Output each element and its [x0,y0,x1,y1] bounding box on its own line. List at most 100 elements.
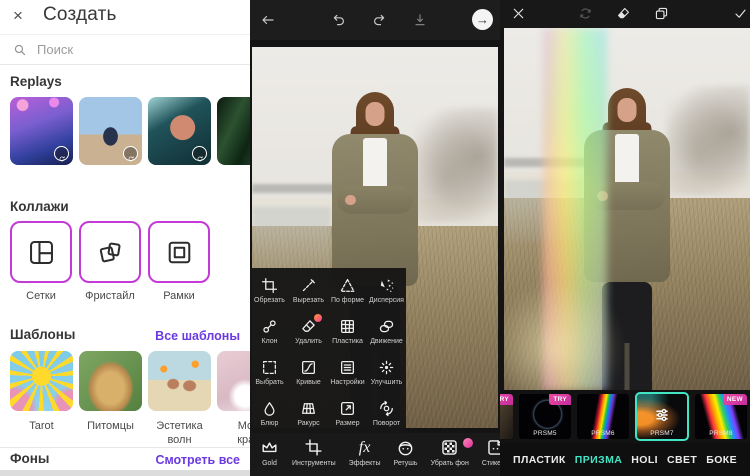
crop-icon [261,277,278,294]
download-button[interactable] [412,12,428,28]
category-ПРИЗМА[interactable]: ПРИЗМА [575,454,622,466]
promo-dot-badge [314,314,322,322]
adjust-icon [339,359,356,376]
template-row: Tarot Питомцы Эстетика волн Мод крас [10,351,250,448]
toolbar-effects[interactable]: fx Эффекты [343,438,387,476]
search-bar[interactable] [0,34,250,65]
toolbar-label: Ретушь [393,460,418,467]
close-icon[interactable]: × [13,6,23,26]
tool-liquify[interactable]: Пластика [328,311,367,352]
tool-clone[interactable]: Клон [250,311,289,352]
tool-label: Выбрать [255,379,284,386]
template-item-1: Tarot [10,351,73,448]
filter-thumb-PRSM5[interactable]: TRY PRSM5 [519,394,571,439]
replays-row [10,97,250,165]
filter-thumb-PRSM8[interactable]: NEW PRSM8 [695,394,747,439]
tool-perspective[interactable]: Ракурс [289,393,328,434]
templates-header: Шаблоны [10,327,76,342]
filter-name: PRSM5 [533,430,557,437]
template-thumb[interactable] [148,351,211,411]
undo-button[interactable] [330,12,346,28]
replay-thumb-1[interactable] [10,97,73,165]
replay-thumb-4[interactable] [217,97,250,165]
eraser-button[interactable] [616,6,631,21]
liquify-icon [339,318,356,335]
loop-button[interactable] [578,6,593,21]
tool-rotate[interactable]: Поворот [367,393,406,434]
bottom-strip [0,470,250,476]
river [252,207,331,272]
tool-cutout[interactable]: Вырезать [289,270,328,311]
template-label: Питомцы [87,420,134,432]
search-input[interactable] [35,41,219,58]
cutout-icon [300,277,317,294]
tool-select[interactable]: Выбрать [250,352,289,393]
tool-shape[interactable]: По форме [328,270,367,311]
toolbar-tools[interactable]: Инструменты [286,438,342,476]
effect-preview-canvas[interactable] [504,28,750,390]
fx-icon: fx [358,439,371,456]
back-button[interactable] [260,12,276,28]
dispersion-icon [378,277,395,294]
tool-enhance[interactable]: Улучшить [367,352,406,393]
tool-crop[interactable]: Обрезать [250,270,289,311]
effect-categories-row: ПЛАСТИК ПРИЗМА HOLI СВЕТ БОКЕ [500,443,750,476]
tool-label: Настройки [330,379,365,386]
category-ПЛАСТИК[interactable]: ПЛАСТИК [513,454,566,466]
tool-curves[interactable]: Кривые [289,352,328,393]
collage-card-freestyle[interactable] [79,221,141,283]
tool-resize[interactable]: Размер [328,393,367,434]
template-item-3: Эстетика волн [148,351,211,448]
collage-card-frames[interactable] [148,221,210,283]
filter-thumb-PRSM6[interactable]: PRSM6 [577,394,629,439]
replay-icon [192,146,207,161]
toolbar-label: Инструменты [292,460,336,467]
tool-label: По форме [330,297,365,304]
category-HOLI[interactable]: HOLI [631,454,658,466]
template-thumb[interactable] [79,351,142,411]
clone-icon [261,318,278,335]
collage-card-grid-collage[interactable] [10,221,72,283]
see-all-link[interactable]: Смотреть все [155,453,240,467]
toolbar-gold[interactable]: Gold [254,438,285,476]
tool-adjust[interactable]: Настройки [328,352,367,393]
filter-thumb-PRSM7[interactable]: PRSM7 [635,392,689,441]
tool-blur[interactable]: Блюр [250,393,289,434]
template-label: Мод крас [237,420,250,446]
create-panel: × Создать Replays Коллажи Сетки Фристайл… [0,0,251,476]
collage-option-frames: Рамки [148,221,210,302]
tool-label: Улучшить [370,379,403,386]
check-button[interactable] [733,6,748,21]
collage-option-grid-collage: Сетки [10,221,72,302]
tool-motion[interactable]: Движение [367,311,406,352]
crossed-arms [337,186,413,214]
toolbar-stickers[interactable]: Стикеры [476,438,500,476]
motion-icon [378,318,395,335]
replay-thumb-2[interactable] [79,97,142,165]
category-СВЕТ[interactable]: СВЕТ [667,454,697,466]
tool-label: Пластика [332,338,363,345]
rotate-icon [378,400,395,417]
template-thumb[interactable] [10,351,73,411]
filter-thumb-partial[interactable]: TRY [500,394,513,439]
toolbar-retouch[interactable]: Ретушь [387,438,423,476]
tools-grid: Обрезать Вырезать По форме Дисперсия Кло… [250,268,406,433]
tool-dispersion[interactable]: Дисперсия [367,270,406,311]
replay-thumb-3[interactable] [148,97,211,165]
redo-button[interactable] [372,12,388,28]
layers-button[interactable] [654,6,669,21]
tool-label: Ракурс [297,420,320,427]
crown-icon [260,438,279,457]
close-button[interactable] [511,6,526,21]
tool-remove[interactable]: Удалить [289,311,328,352]
backgrounds-header: Фоны [10,451,50,466]
toolbar-remove-bg[interactable]: Убрать фон [425,437,475,476]
forward-button[interactable]: → [472,9,493,30]
resize-icon [339,400,356,417]
template-thumb[interactable] [217,351,250,411]
category-БОКЕ[interactable]: БОКЕ [706,454,737,466]
template-item-2: Питомцы [79,351,142,448]
editor-panel: → Обрезать Вырезать По форме Дисперсия К… [250,0,500,476]
magenta-dot-badge [461,437,474,449]
all-templates-link[interactable]: Все шаблоны [155,329,240,343]
